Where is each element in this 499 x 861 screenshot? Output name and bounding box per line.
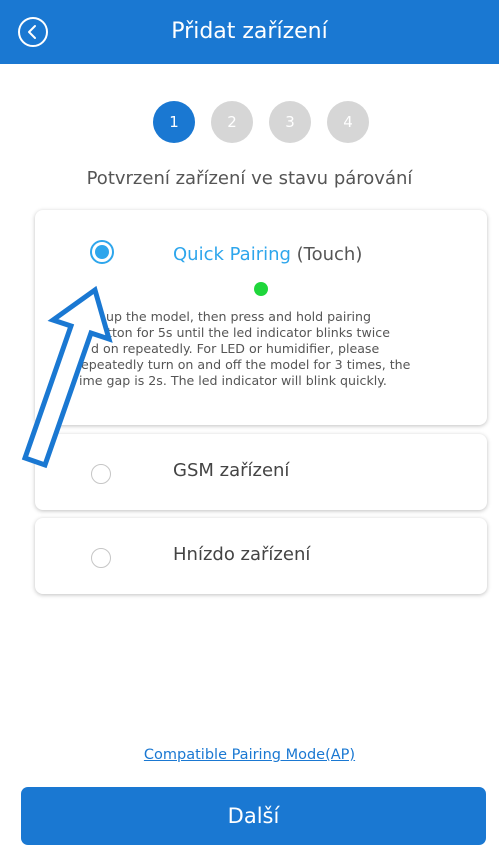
step-1: 1: [153, 101, 195, 143]
top-app-bar: Přidat zařízení: [0, 0, 499, 64]
gsm-device-radio[interactable]: [91, 464, 111, 484]
page-title: Přidat zařízení: [171, 19, 328, 44]
gsm-device-label: GSM zařízení: [173, 460, 290, 481]
description-line: epeatedly turn on and off the model for …: [81, 357, 411, 372]
nest-device-label: Hnízdo zařízení: [173, 544, 311, 565]
step-indicator: 1 2 3 4: [153, 101, 385, 143]
description-line: up the model, then press and hold pairin…: [106, 309, 372, 324]
step-4: 4: [327, 101, 369, 143]
description-line: tton for 5s until the led indicator blin…: [107, 325, 390, 340]
led-indicator-dot: [254, 282, 268, 296]
quick-pairing-title-rest: (Touch): [290, 244, 363, 265]
instruction-subtitle: Potvrzení zařízení ve stavu párování: [86, 168, 413, 189]
compatible-pairing-mode-link[interactable]: Compatible Pairing Mode(AP): [0, 747, 499, 763]
nest-device-radio[interactable]: [91, 548, 111, 568]
description-line: ime gap is 2s. The led indicator will bl…: [79, 373, 387, 388]
quick-pairing-title-accent: Quick Pairing: [173, 244, 291, 265]
quick-pairing-option[interactable]: Quick Pairing (Touch) up the model, then…: [35, 210, 487, 425]
quick-pairing-radio[interactable]: [90, 240, 114, 264]
next-button[interactable]: Další: [21, 787, 486, 845]
gsm-device-option[interactable]: GSM zařízení: [35, 434, 487, 510]
quick-pairing-title: Quick Pairing (Touch): [173, 244, 362, 265]
nest-device-option[interactable]: Hnízdo zařízení: [35, 518, 487, 594]
description-line: d on repeatedly. For LED or humidifier, …: [91, 341, 380, 356]
quick-pairing-description: up the model, then press and hold pairin…: [35, 309, 475, 389]
step-2: 2: [211, 101, 253, 143]
step-3: 3: [269, 101, 311, 143]
